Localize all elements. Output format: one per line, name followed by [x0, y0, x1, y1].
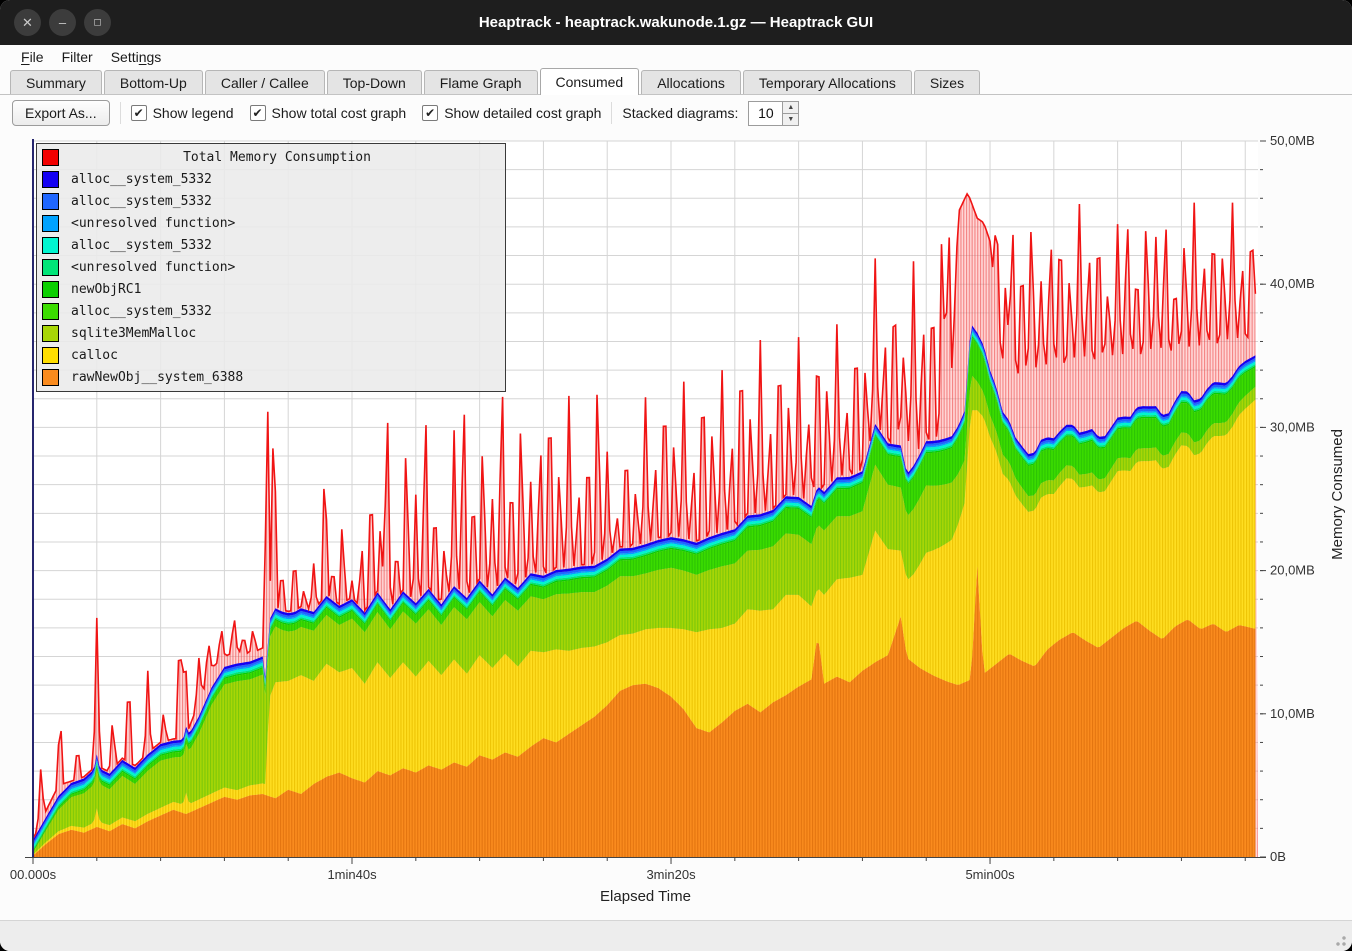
- y-tick-label: 40,0MB: [1270, 276, 1315, 291]
- x-tick-label: 5min00s: [965, 867, 1015, 882]
- heaptrack-window: ✕ – ◻ Heaptrack - heaptrack.wakunode.1.g…: [0, 0, 1352, 951]
- legend-swatch: [42, 259, 59, 276]
- legend-item-label: alloc__system_5332: [71, 172, 212, 187]
- legend-swatch: [42, 149, 59, 166]
- legend-swatch: [42, 193, 59, 210]
- tab-temporary-allocations[interactable]: Temporary Allocations: [743, 70, 912, 94]
- tab-summary[interactable]: Summary: [10, 70, 102, 94]
- toolbar: Export As... ✔ Show legend ✔ Show total cos…: [0, 95, 1352, 131]
- legend-item: newObjRC1: [37, 278, 505, 300]
- x-tick-label: 00.000s: [10, 867, 57, 882]
- export-as-button[interactable]: Export As...: [12, 100, 110, 126]
- y-tick-label: 0B: [1270, 849, 1286, 864]
- chart-legend: Total Memory Consumption alloc__system_53…: [36, 143, 506, 392]
- legend-item-label: calloc: [71, 348, 118, 363]
- legend-item-label: alloc__system_5332: [71, 304, 212, 319]
- legend-item: alloc__system_5332: [37, 168, 505, 190]
- tab-caller-callee[interactable]: Caller / Callee: [205, 70, 325, 94]
- legend-swatch: [42, 325, 59, 342]
- legend-item-label: <unresolved function>: [71, 260, 235, 275]
- legend-swatch: [42, 303, 59, 320]
- checkbox-box[interactable]: ✔: [422, 105, 438, 121]
- y-tick-label: 20,0MB: [1270, 563, 1315, 578]
- stacked-diagrams-input[interactable]: [748, 101, 782, 126]
- y-tick-label: 30,0MB: [1270, 419, 1315, 434]
- legend-item-label: newObjRC1: [71, 282, 141, 297]
- tab-allocations[interactable]: Allocations: [641, 70, 741, 94]
- resize-grip-icon[interactable]: [1332, 932, 1346, 946]
- legend-item-label: <unresolved function>: [71, 216, 235, 231]
- checkbox-box[interactable]: ✔: [250, 105, 266, 121]
- legend-swatch: [42, 237, 59, 254]
- stacked-diagrams-stepper: ▲ ▼: [748, 101, 799, 126]
- legend-item-label: sqlite3MemMalloc: [71, 326, 196, 341]
- checkbox-label: Show legend: [153, 105, 234, 121]
- legend-item-label: alloc__system_5332: [71, 238, 212, 253]
- y-tick-label: 50,0MB: [1270, 133, 1315, 148]
- chart-pane: 00.000s 1min40s 3min20s 5min00s 0B 10,0MB 20,0…: [0, 131, 1352, 920]
- legend-swatch: [42, 281, 59, 298]
- legend-item: rawNewObj__system_6388: [37, 366, 505, 388]
- x-tick-label: 3min20s: [646, 867, 696, 882]
- legend-item-label: rawNewObj__system_6388: [71, 370, 243, 385]
- y-axis-title: Memory Consumed: [1329, 131, 1346, 857]
- toolbar-separator: [611, 102, 612, 124]
- x-tick-label: 1min40s: [327, 867, 377, 882]
- window-title: Heaptrack - heaptrack.wakunode.1.gz — He…: [0, 0, 1352, 45]
- y-tick-label: 10,0MB: [1270, 706, 1315, 721]
- x-axis-title: Elapsed Time: [33, 888, 1258, 905]
- legend-swatch: [42, 215, 59, 232]
- legend-title: Total Memory Consumption: [71, 150, 483, 165]
- checkbox-show-total-cost-graph[interactable]: ✔ Show total cost graph: [250, 105, 407, 121]
- menu-bar: FileFilterSettings: [0, 45, 1352, 68]
- stacked-diagrams-label: Stacked diagrams:: [622, 105, 738, 121]
- tab-consumed[interactable]: Consumed: [540, 68, 640, 95]
- checkbox-label: Show total cost graph: [272, 105, 407, 121]
- legend-item: sqlite3MemMalloc: [37, 322, 505, 344]
- menu-item-filter[interactable]: Filter: [53, 48, 102, 66]
- title-bar: ✕ – ◻ Heaptrack - heaptrack.wakunode.1.g…: [0, 0, 1352, 45]
- legend-item: alloc__system_5332: [37, 190, 505, 212]
- tab-sizes[interactable]: Sizes: [914, 70, 980, 94]
- legend-title-row: Total Memory Consumption: [37, 146, 505, 168]
- tab-top-down[interactable]: Top-Down: [327, 70, 422, 94]
- legend-item: <unresolved function>: [37, 212, 505, 234]
- spin-down-button[interactable]: ▼: [782, 113, 799, 126]
- legend-item: alloc__system_5332: [37, 234, 505, 256]
- tab-bar: SummaryBottom-UpCaller / CalleeTop-DownF…: [0, 68, 1352, 95]
- legend-swatch: [42, 171, 59, 188]
- legend-item-label: alloc__system_5332: [71, 194, 212, 209]
- menu-item-settings[interactable]: Settings: [102, 48, 171, 66]
- status-bar: [0, 920, 1352, 951]
- toolbar-separator: [120, 102, 121, 124]
- legend-item: alloc__system_5332: [37, 300, 505, 322]
- checkbox-show-detailed-cost-graph[interactable]: ✔ Show detailed cost graph: [422, 105, 601, 121]
- tab-bottom-up[interactable]: Bottom-Up: [104, 70, 203, 94]
- checkbox-label: Show detailed cost graph: [444, 105, 601, 121]
- checkbox-show-legend[interactable]: ✔ Show legend: [131, 105, 234, 121]
- legend-item: <unresolved function>: [37, 256, 505, 278]
- menu-item-file[interactable]: File: [12, 48, 53, 66]
- legend-swatch: [42, 369, 59, 386]
- tab-flame-graph[interactable]: Flame Graph: [424, 70, 538, 94]
- checkbox-box[interactable]: ✔: [131, 105, 147, 121]
- legend-item: calloc: [37, 344, 505, 366]
- spin-up-button[interactable]: ▲: [782, 101, 799, 114]
- legend-swatch: [42, 347, 59, 364]
